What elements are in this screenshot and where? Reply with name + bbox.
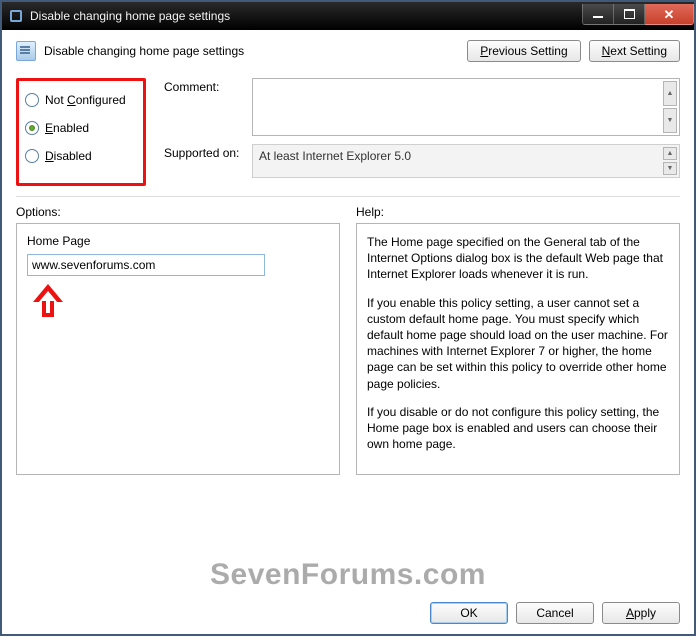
ok-button[interactable]: OK [430,602,508,624]
annotation-arrow-icon [33,284,63,320]
radio-disabled[interactable]: Disabled [25,149,137,163]
state-radio-group: Not Configured Enabled Disabled [16,78,146,186]
homepage-field-label: Home Page [27,234,329,248]
radio-icon [25,121,39,135]
supported-on-box: At least Internet Explorer 5.0 ▲▼ [252,144,680,178]
help-text: If you enable this policy setting, a use… [367,295,669,392]
supported-label: Supported on: [164,144,252,160]
divider [16,196,680,197]
close-button[interactable]: ✕ [645,4,694,25]
scrollbar[interactable]: ▲▼ [663,147,677,175]
dialog-footer: OK Cancel Apply [430,602,680,624]
radio-not-configured[interactable]: Not Configured [25,93,137,107]
client-area: Disable changing home page settings Prev… [2,30,694,634]
scrollbar[interactable]: ▲▼ [663,81,677,133]
radio-icon [25,149,39,163]
app-icon [8,8,24,24]
help-text: The Home page specified on the General t… [367,234,669,283]
previous-setting-button[interactable]: Previous Setting [467,40,580,62]
cancel-button[interactable]: Cancel [516,602,594,624]
apply-button[interactable]: Apply [602,602,680,624]
policy-title: Disable changing home page settings [44,44,244,58]
radio-icon [25,93,39,107]
radio-enabled[interactable]: Enabled [25,121,137,135]
help-panel: The Home page specified on the General t… [356,223,680,475]
help-label: Help: [356,205,680,219]
comment-label: Comment: [164,78,252,94]
supported-on-value: At least Internet Explorer 5.0 [259,149,411,163]
options-panel: Home Page [16,223,340,475]
window-title: Disable changing home page settings [30,9,582,23]
policy-icon [16,41,36,61]
comment-textarea[interactable]: ▲▼ [252,78,680,136]
next-setting-button[interactable]: Next Setting [589,40,680,62]
watermark: SevenForums.com [2,558,694,592]
minimize-button[interactable] [582,4,614,25]
titlebar[interactable]: Disable changing home page settings ✕ [2,2,694,30]
help-text: If you disable or do not configure this … [367,404,669,453]
options-label: Options: [16,205,340,219]
window-controls: ✕ [582,4,694,24]
maximize-button[interactable] [614,4,645,25]
homepage-input[interactable] [27,254,265,276]
dialog-window: Disable changing home page settings ✕ Di… [0,0,696,636]
